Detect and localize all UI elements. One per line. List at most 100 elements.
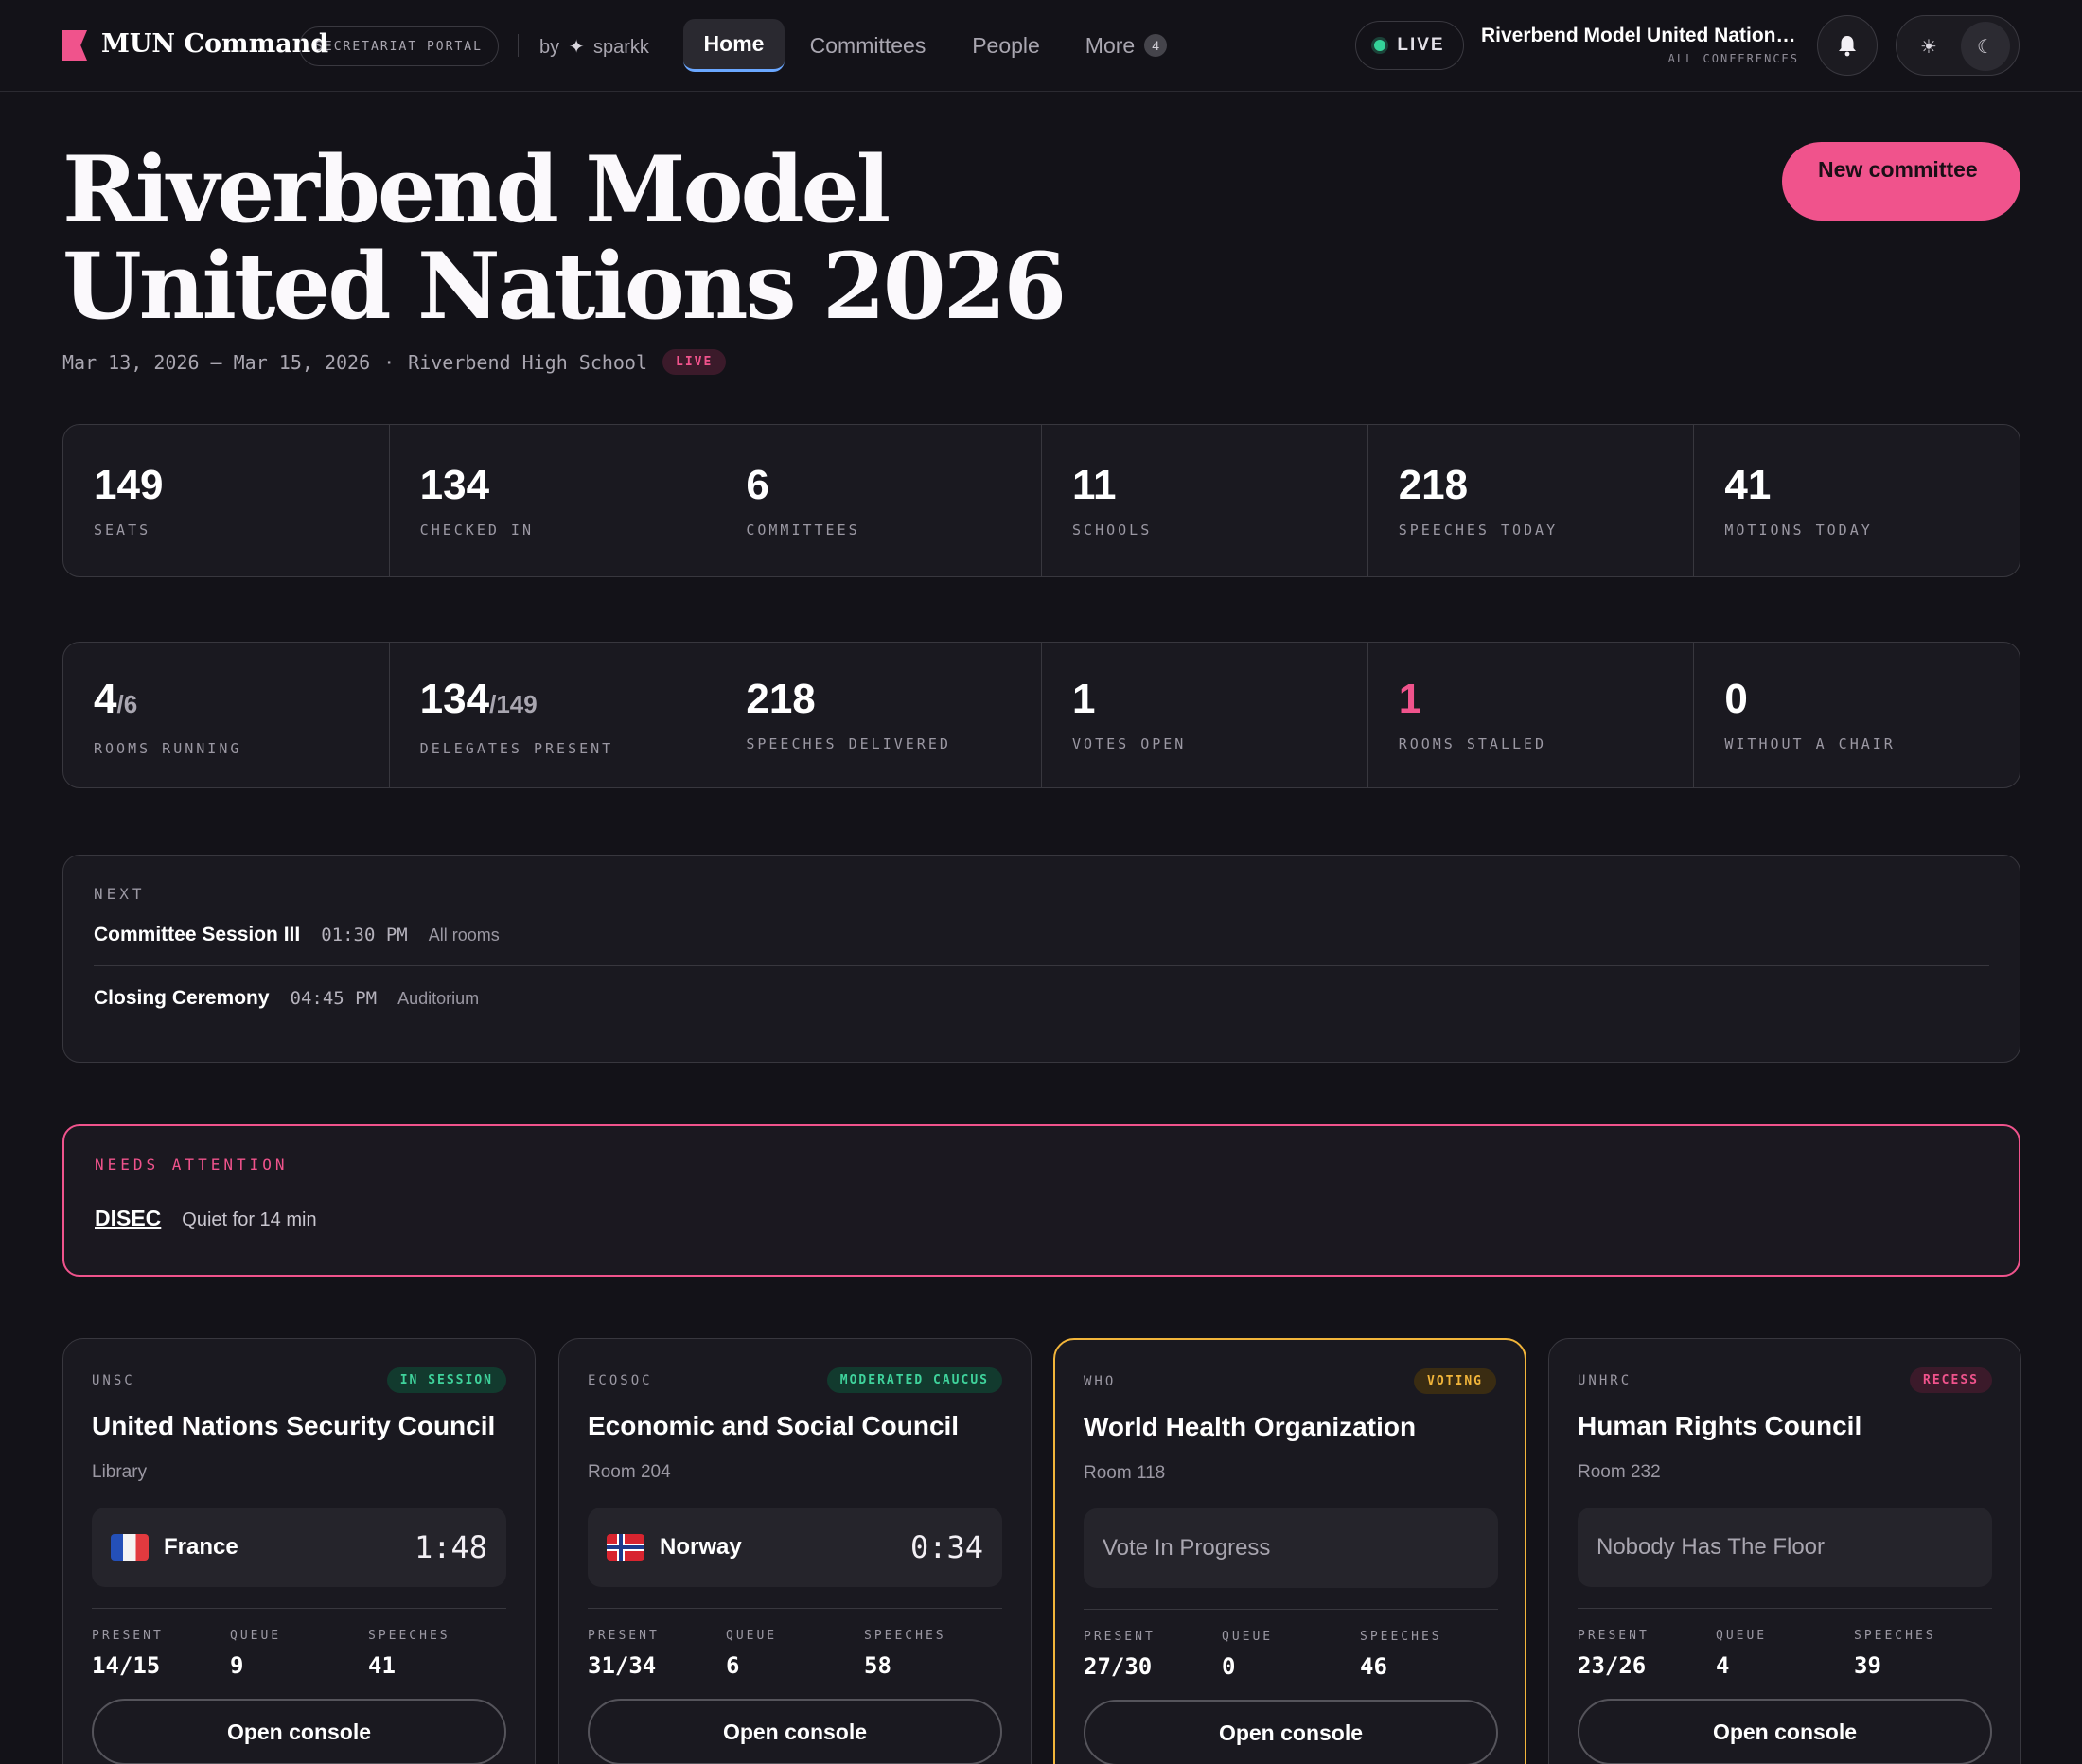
stat-label: QUEUE xyxy=(726,1629,778,1643)
stat-label: SPEECHES xyxy=(1360,1630,1442,1644)
stat-value: 134/149 xyxy=(420,677,715,727)
committee-name: World Health Organization xyxy=(1084,1412,1417,1441)
stat-label: PRESENT xyxy=(588,1629,660,1643)
stat-value: 46 xyxy=(1360,1653,1387,1680)
card-divider xyxy=(1578,1608,1992,1609)
stat-speeches: SPEECHES 46 xyxy=(1360,1630,1498,1680)
nav-divider xyxy=(518,34,519,57)
speaker-country: France xyxy=(164,1534,238,1560)
page-title: Riverbend Model United Nations 2026 xyxy=(62,142,1198,335)
stat-label: SPEECHES xyxy=(1854,1629,1936,1643)
stat-label: ROOMS STALLED xyxy=(1398,735,1547,752)
stat-value: 23/26 xyxy=(1578,1652,1647,1679)
daily-stats: 149 SEATS 134 CHECKED IN 6 COMMITTEES 11… xyxy=(62,424,2020,577)
stat-value: 149 xyxy=(94,462,164,508)
tab-home[interactable]: Home xyxy=(683,19,785,72)
floor-speaker: Norway 0:34 xyxy=(588,1508,1002,1587)
stat-label: VOTES OPEN xyxy=(1072,735,1187,752)
sparkle-icon: ✦ xyxy=(568,37,585,58)
open-console-button[interactable]: Open console xyxy=(1578,1699,1992,1764)
stat-label: SPEECHES xyxy=(368,1629,450,1643)
open-console-button[interactable]: Open console xyxy=(1084,1700,1498,1764)
byline-prefix: by xyxy=(539,37,560,58)
committee-room: Room 232 xyxy=(1578,1462,1661,1482)
committee-abbr: UNHRC xyxy=(1578,1373,1632,1388)
committee-card-ecosoc[interactable]: ECOSOC MODERATED CAUCUS Economic and Soc… xyxy=(558,1338,1032,1764)
stat-value: 4 xyxy=(1716,1652,1730,1679)
committee-stats: PRESENT 27/30 QUEUE 0 SPEECHES 46 xyxy=(1084,1630,1498,1680)
floor-status-text: Nobody Has The Floor xyxy=(1597,1534,1826,1560)
attention-detail: Quiet for 14 min xyxy=(182,1209,317,1230)
open-console-button[interactable]: Open console xyxy=(92,1699,506,1764)
sun-icon[interactable]: ☀ xyxy=(1904,22,1953,71)
stat-label: CHECKED IN xyxy=(419,521,534,538)
byline-name: sparkk xyxy=(593,37,649,58)
stat-speeches: SPEECHES 58 xyxy=(864,1629,1002,1679)
committee-card-unsc[interactable]: UNSC IN SESSION United Nations Security … xyxy=(62,1338,536,1764)
stat-label: PRESENT xyxy=(1084,1630,1156,1644)
tab-more[interactable]: More 4 xyxy=(1074,19,1178,72)
stat-label: SPEECHES xyxy=(864,1629,946,1643)
stat-label: COMMITTEES xyxy=(746,521,860,538)
brand-logo-icon[interactable] xyxy=(62,30,87,61)
status-badge: IN SESSION xyxy=(386,1367,506,1393)
committee-card-who[interactable]: WHO VOTING World Health Organization Roo… xyxy=(1053,1338,1526,1764)
new-committee-button[interactable]: New committee xyxy=(1782,142,2020,220)
committee-abbr: UNSC xyxy=(92,1373,135,1388)
stat-queue: QUEUE 0 xyxy=(1222,1630,1360,1680)
stat-rooms-running: 4/6 ROOMS RUNNING xyxy=(63,643,390,787)
stat-value: 0 xyxy=(1222,1653,1236,1680)
stat-value: 14/15 xyxy=(92,1652,161,1679)
conference-venue: Riverbend High School xyxy=(408,350,648,374)
list-item: Committee Session III 01:30 PM All rooms xyxy=(94,903,1989,965)
stat-value: 31/34 xyxy=(588,1652,657,1679)
stat-value: 11 xyxy=(1072,462,1117,508)
live-dot-icon xyxy=(1374,40,1386,51)
committee-room: Library xyxy=(92,1462,148,1482)
committee-stats: PRESENT 23/26 QUEUE 4 SPEECHES 39 xyxy=(1578,1629,1992,1679)
committee-room: Room 204 xyxy=(588,1462,671,1482)
tab-people-label: People xyxy=(972,32,1040,58)
open-console-button[interactable]: Open console xyxy=(588,1699,1002,1764)
stat-speeches: SPEECHES 41 xyxy=(368,1629,506,1679)
tab-people[interactable]: People xyxy=(954,19,1058,72)
stat-label: SEATS xyxy=(94,521,151,538)
stat-label: MOTIONS TODAY xyxy=(1724,521,1873,538)
speaker-timer: 1:48 xyxy=(414,1529,487,1565)
committee-abbr: ECOSOC xyxy=(588,1373,653,1388)
stat-value: 27/30 xyxy=(1084,1653,1153,1680)
floor-status-text: Vote In Progress xyxy=(1103,1535,1271,1561)
status-badge: VOTING xyxy=(1414,1368,1496,1394)
live-label: LIVE xyxy=(1397,35,1445,55)
notifications-button[interactable] xyxy=(1817,15,1878,76)
floor-speaker: France 1:48 xyxy=(92,1508,506,1587)
attention-committee-link[interactable]: DISEC xyxy=(95,1206,161,1231)
stat-speeches-today: 218 SPEECHES TODAY xyxy=(1368,425,1695,576)
committee-card-unhrc[interactable]: UNHRC RECESS Human Rights Council Room 2… xyxy=(1548,1338,2021,1764)
attention-item: DISEC Quiet for 14 min xyxy=(95,1206,1988,1231)
conference-switcher-subtitle[interactable]: ALL CONFERENCES xyxy=(1481,52,1799,65)
list-item: Closing Ceremony 04:45 PM Auditorium xyxy=(94,965,1989,1028)
live-status-pill[interactable]: LIVE xyxy=(1355,21,1464,70)
conference-switcher-title[interactable]: Riverbend Model United Nations… xyxy=(1481,25,1799,47)
committee-stats: PRESENT 31/34 QUEUE 6 SPEECHES 58 xyxy=(588,1629,1002,1679)
stat-label: SCHOOLS xyxy=(1072,521,1153,538)
stat-value: 134 xyxy=(419,462,490,508)
conference-live-tag: LIVE xyxy=(662,349,727,375)
stat-committees: 6 COMMITTEES xyxy=(715,425,1043,576)
stat-label: QUEUE xyxy=(1716,1629,1768,1643)
stat-speeches: SPEECHES 39 xyxy=(1854,1629,1992,1679)
brand-name[interactable]: MUN Command xyxy=(101,29,328,59)
tab-committees[interactable]: Committees xyxy=(800,19,936,72)
moon-icon[interactable]: ☾ xyxy=(1961,22,2010,71)
stat-label: WITHOUT A CHAIR xyxy=(1724,735,1896,752)
stat-label: QUEUE xyxy=(230,1629,282,1643)
stat-label: ROOMS RUNNING xyxy=(94,740,242,757)
meta-separator: · xyxy=(383,350,396,374)
stat-value: 1 xyxy=(1398,676,1422,722)
stat-label: PRESENT xyxy=(1578,1629,1650,1643)
attention-section-label: NEEDS ATTENTION xyxy=(95,1155,289,1173)
next-section-label: NEXT xyxy=(94,885,146,903)
next-events-panel: NEXT Committee Session III 01:30 PM All … xyxy=(62,855,2020,1063)
stat-present: PRESENT 23/26 xyxy=(1578,1629,1716,1679)
